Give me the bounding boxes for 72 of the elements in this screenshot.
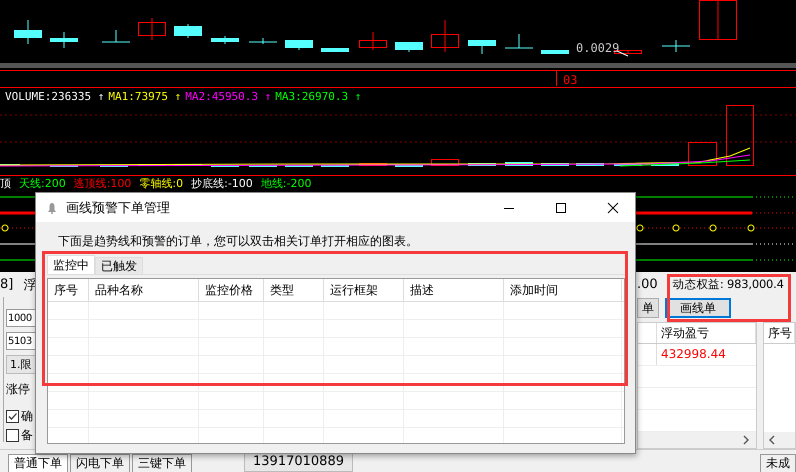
legend-item: VOLUME:236335 ↑ (5, 90, 104, 102)
limit-label: 涨停 (6, 381, 30, 398)
window-title: 画线预警下单管理 (66, 200, 170, 216)
description-text: 下面是趋势线和预警的订单，您可以双击相关订单打开相应的图表。 (58, 233, 419, 250)
checkbox[interactable] (6, 410, 19, 422)
table-cell-text: 432998.44 (660, 346, 726, 363)
pending-orders-tab[interactable]: 未成 (760, 454, 796, 472)
column-header[interactable]: 浮动盈亏 (657, 323, 756, 343)
legend-item: 抄底线:-100 (191, 176, 253, 190)
legend-item: MA2:45950.3 ↑ (185, 90, 272, 102)
date-label: 03 (563, 73, 578, 87)
candlestick (359, 32, 387, 50)
candlestick (395, 42, 423, 52)
legend-item: 逃顶线:100 (74, 176, 132, 190)
candlestick (504, 34, 534, 48)
volume-bar (431, 159, 459, 166)
volume-bar (688, 142, 717, 166)
checkbox-label: 备 (21, 426, 33, 444)
volume-bar (726, 105, 754, 166)
close-icon[interactable] (607, 202, 619, 214)
volume-bar (359, 163, 387, 166)
column-header[interactable]: 添加时间 (504, 279, 622, 301)
legend-item: 地线:-200 (260, 176, 312, 190)
volume-bar (576, 163, 604, 166)
candlestick (14, 20, 42, 44)
maximize-icon[interactable] (555, 202, 567, 214)
order-mode-tab[interactable]: 闪电下单 (70, 454, 130, 472)
tab[interactable]: 监控中 (47, 255, 95, 274)
account-text: 浮 (23, 276, 36, 294)
order-tab[interactable]: 单 (637, 298, 659, 318)
legend-item: 天线:200 (19, 176, 66, 190)
column-header[interactable]: 序号 (764, 323, 795, 343)
candlestick (541, 50, 569, 54)
scroll-left-icon[interactable] (768, 435, 776, 445)
candlestick (321, 48, 349, 52)
legend-item: MA1:73975 ↑ (108, 90, 182, 102)
candlestick (138, 18, 166, 40)
column-header[interactable]: 运行框架 (324, 279, 404, 301)
checkbox[interactable] (6, 428, 19, 442)
candlestick (285, 40, 313, 50)
column-header[interactable]: 序号 (48, 279, 89, 301)
legend-item: 顶 (0, 176, 11, 190)
candlestick (248, 38, 278, 44)
candlestick (174, 24, 202, 38)
scroll-right-icon[interactable] (742, 435, 750, 445)
checkbox-label: 确 (21, 408, 33, 424)
order-mode-tab[interactable]: 普通下单 (8, 454, 68, 472)
balance-text: .00 (637, 276, 658, 292)
column-header[interactable]: 类型 (264, 279, 324, 301)
equity-text: 动态权益: 983,000.4 (672, 276, 784, 292)
column-header[interactable]: 监控价格 (199, 279, 264, 301)
account-id: 13917010889 (244, 452, 353, 472)
bell-icon (46, 202, 58, 214)
order-mode-tab[interactable]: 三键下单 (132, 454, 192, 472)
legend-item: 零轴线:0 (139, 176, 184, 190)
volume-bar (651, 163, 679, 166)
column-header[interactable]: 描述 (404, 279, 504, 301)
trend-line (616, 50, 628, 56)
candlestick (662, 40, 690, 52)
column-header[interactable]: 品种名称 (89, 279, 199, 301)
candlestick (468, 40, 496, 54)
candlestick (699, 0, 737, 40)
legend-item: MA3:26970.3 ↑ (275, 90, 362, 102)
candlestick (102, 30, 130, 42)
tab[interactable]: 已触发 (95, 257, 143, 274)
candlestick (50, 32, 78, 48)
candlestick (431, 20, 459, 52)
volume-bar (505, 162, 533, 166)
account-text: 8] (0, 277, 14, 292)
volume-bar (541, 163, 569, 166)
order-tab[interactable]: 画线单 (665, 298, 731, 318)
price-label: 0.0029 (576, 41, 620, 55)
